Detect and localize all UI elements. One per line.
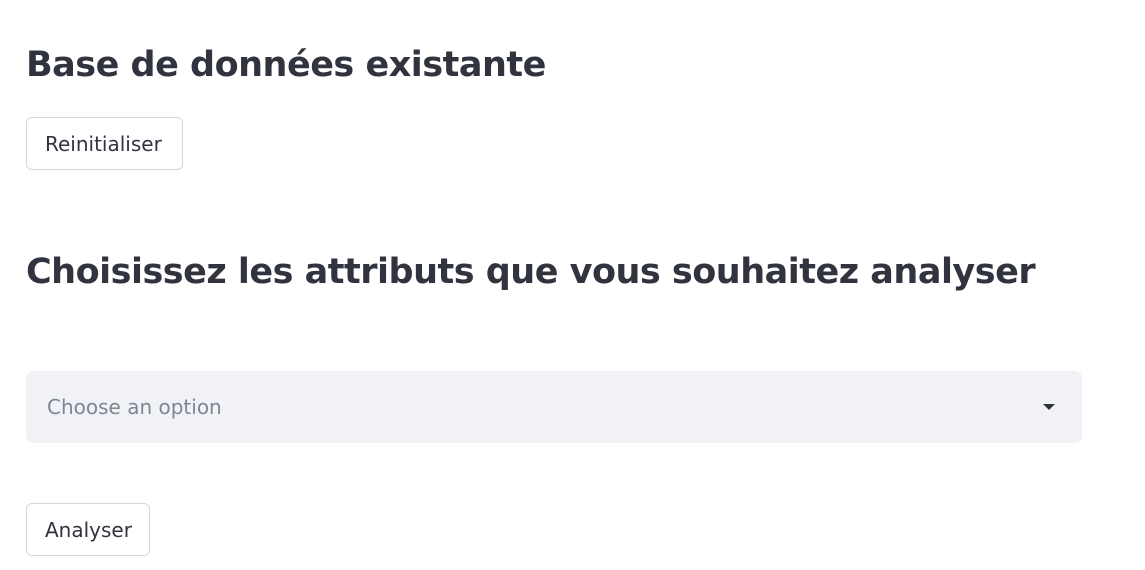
select-placeholder: Choose an option (47, 395, 222, 419)
analyse-button[interactable]: Analyser (26, 503, 150, 556)
attribute-multiselect[interactable]: Choose an option (26, 371, 1082, 443)
database-section-title: Base de données existante (26, 45, 546, 85)
caret-down-icon[interactable] (1043, 404, 1055, 410)
reset-button[interactable]: Reinitialiser (26, 117, 183, 170)
attributes-section-title: Choisissez les attributs que vous souhai… (26, 252, 1036, 292)
